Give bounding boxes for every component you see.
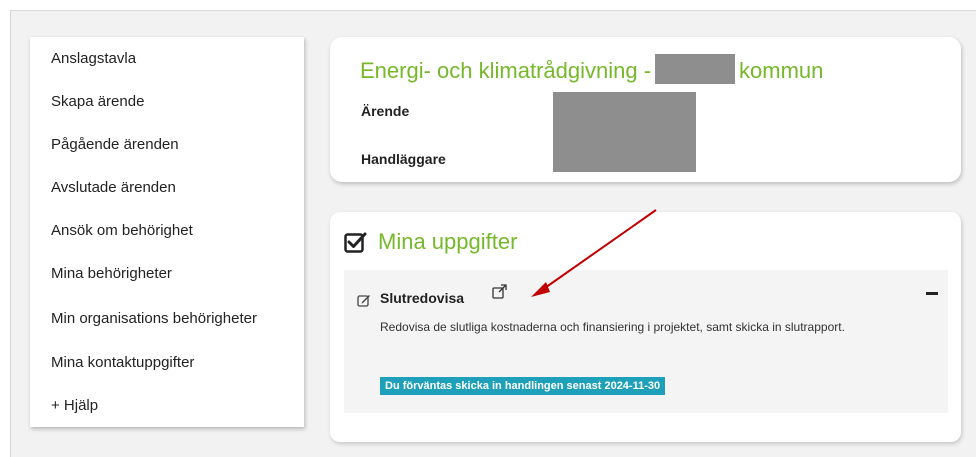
- sidebar-item-hjalp[interactable]: + Hjälp: [51, 397, 98, 414]
- redacted-values: [553, 92, 696, 172]
- tasks-card: Mina uppgifter Slutredovisa Redovisa de …: [330, 212, 961, 442]
- case-label: Ärende: [361, 103, 410, 119]
- page-title: Energi- och klimatrådgivning - kommun: [360, 54, 823, 84]
- sidebar-item-ansok-om-behorighet[interactable]: Ansök om behörighet: [51, 222, 193, 239]
- edit-icon: [357, 295, 370, 307]
- checkbox-checked-icon: [344, 232, 367, 253]
- sidebar-item-anslagstavla[interactable]: Anslagstavla: [51, 50, 136, 67]
- tasks-heading: Mina uppgifter: [344, 229, 517, 255]
- case-header-card: Energi- och klimatrådgivning - kommun Äre…: [330, 37, 961, 182]
- sidebar-nav: Anslagstavla Skapa ärende Pågående ärend…: [30, 37, 304, 427]
- sidebar-item-pagaende-arenden[interactable]: Pågående ärenden: [51, 136, 179, 153]
- handler-label: Handläggare: [361, 151, 446, 167]
- task-description: Redovisa de slutliga kostnaderna och fin…: [380, 320, 845, 334]
- tasks-heading-text: Mina uppgifter: [378, 229, 518, 254]
- collapse-button[interactable]: [926, 292, 938, 295]
- external-link-icon[interactable]: [492, 284, 507, 299]
- sidebar-item-skapa-arende[interactable]: Skapa ärende: [51, 93, 144, 110]
- title-suffix: kommun: [739, 58, 824, 83]
- sidebar-item-mina-kontaktuppgifter[interactable]: Mina kontaktuppgifter: [51, 354, 194, 371]
- sidebar-item-min-organisations-behorigheter[interactable]: Min organisations behörigheter: [51, 310, 257, 327]
- title-prefix: Energi- och klimatrådgivning -: [360, 58, 652, 83]
- task-item: Slutredovisa Redovisa de slutliga kostna…: [344, 270, 948, 413]
- redacted-municipality: [655, 54, 736, 84]
- due-date-badge: Du förväntas skicka in handlingen senast…: [380, 377, 666, 395]
- sidebar-item-avslutade-arenden[interactable]: Avslutade ärenden: [51, 179, 176, 196]
- task-title-link[interactable]: Slutredovisa: [380, 290, 464, 306]
- sidebar-item-mina-behorigheter[interactable]: Mina behörigheter: [51, 265, 172, 282]
